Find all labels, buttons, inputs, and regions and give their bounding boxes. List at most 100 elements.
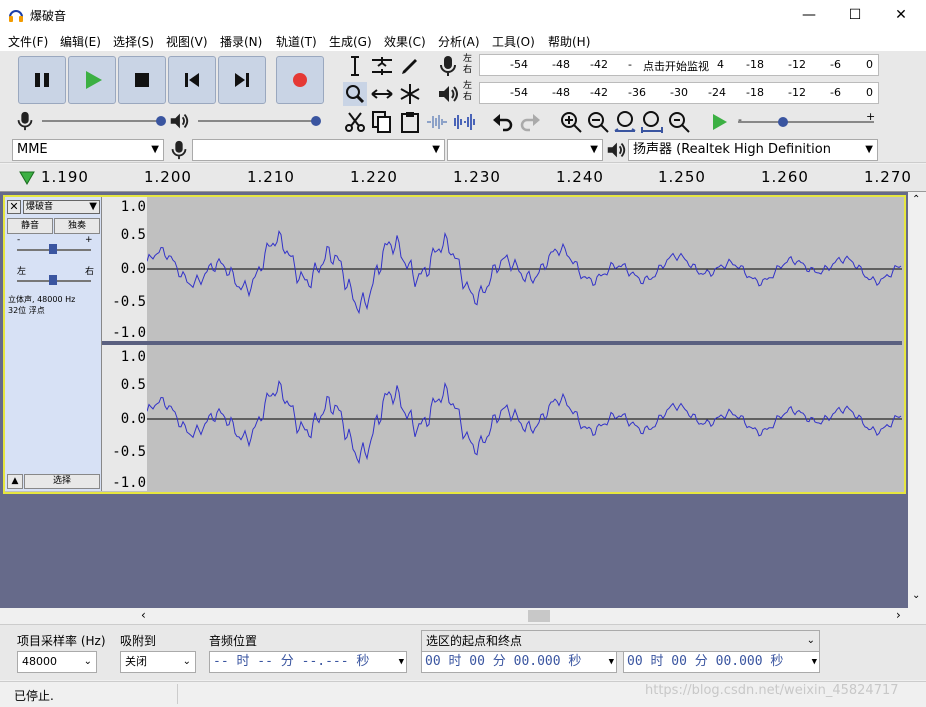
pan-thumb[interactable] — [49, 275, 57, 285]
fit-selection-icon[interactable] — [613, 110, 637, 134]
envelope-tool-icon[interactable] — [370, 54, 394, 78]
trim-audio-icon[interactable] — [425, 110, 449, 134]
selection-mode-select[interactable]: 选区的起点和终点 ⌄ — [421, 630, 820, 652]
status-divider — [177, 684, 178, 704]
zoom-tool-icon[interactable] — [343, 82, 367, 106]
chevron-down-icon[interactable]: ▼ — [812, 652, 817, 672]
zoom-out-icon[interactable] — [586, 110, 610, 134]
pause-button[interactable] — [18, 56, 66, 104]
solo-button[interactable]: 独奏 — [54, 218, 100, 234]
skip-end-icon — [235, 73, 249, 87]
audio-position-field[interactable]: -- 时 -- 分 --.--- 秒 ▼ — [209, 651, 407, 673]
close-button[interactable]: ✕ — [878, 0, 924, 30]
zoom-in-icon[interactable] — [559, 110, 583, 134]
play-meter[interactable]: -54 -48 -42 -36 -30 -24 -18 -12 -6 0 — [479, 82, 879, 104]
vertical-scale[interactable]: 1.0 0.5 0.0 -0.5 -1.0 1.0 0.5 0.0 -0.5 -… — [102, 197, 147, 491]
menu-edit[interactable]: 编辑(E) — [60, 33, 101, 50]
menu-tracks[interactable]: 轨道(T) — [276, 33, 317, 50]
zoom-toggle-icon[interactable] — [667, 110, 691, 134]
recording-device-mic-icon — [171, 140, 187, 160]
skip-start-button[interactable] — [168, 56, 216, 104]
record-meter[interactable]: -54 -48 -42 - 点击开始监视 4 -18 -12 -6 0 — [479, 54, 879, 76]
record-volume-thumb[interactable] — [156, 116, 166, 126]
menu-effect[interactable]: 效果(C) — [384, 33, 426, 50]
draw-tool-icon[interactable] — [398, 54, 422, 78]
record-meter-tick: -6 — [830, 58, 841, 71]
paste-icon[interactable] — [398, 110, 422, 134]
fit-project-icon[interactable] — [640, 110, 664, 134]
project-rate-select[interactable]: 48000 ⌄ — [17, 651, 97, 673]
cut-icon[interactable] — [343, 110, 367, 134]
skip-end-button[interactable] — [218, 56, 266, 104]
track-name-menu[interactable]: 爆破音 ▼ — [23, 200, 100, 214]
multi-tool-icon[interactable] — [398, 82, 422, 106]
play-at-speed-icon[interactable] — [707, 110, 731, 134]
scroll-right-icon[interactable]: › — [896, 608, 901, 622]
gain-thumb[interactable] — [49, 244, 57, 254]
selection-start-field[interactable]: 00 时 00 分 00.000 秒 ▼ — [421, 651, 617, 673]
selection-end-field[interactable]: 00 时 00 分 00.000 秒 ▼ — [623, 651, 820, 673]
play-speed-slider[interactable] — [738, 121, 874, 123]
vertical-scrollbar[interactable]: ⌃ ⌄ — [908, 192, 926, 608]
menu-transport[interactable]: 播录(N) — [220, 33, 262, 50]
stop-button[interactable] — [118, 56, 166, 104]
record-volume-slider[interactable] — [42, 120, 164, 122]
scroll-up-icon[interactable]: ⌃ — [912, 194, 920, 205]
play-meter-tick: -42 — [590, 86, 608, 99]
recording-device-select[interactable]: ▼ — [192, 139, 445, 161]
horizontal-scroll-thumb[interactable] — [528, 610, 550, 622]
audio-host-select[interactable]: MME ▼ — [12, 139, 164, 161]
y-tick: 1.0 — [120, 199, 146, 215]
minimize-button[interactable]: — — [786, 0, 832, 30]
copy-icon[interactable] — [370, 110, 394, 134]
play-meter-speaker-icon[interactable] — [436, 82, 460, 106]
mute-button[interactable]: 静音 — [7, 218, 53, 234]
ruler-tick: 1.250 — [658, 168, 706, 186]
menu-generate[interactable]: 生成(G) — [329, 33, 372, 50]
chevron-down-icon[interactable]: ▼ — [609, 652, 614, 672]
record-meter-tick: -48 — [552, 58, 570, 71]
menu-view[interactable]: 视图(V) — [166, 33, 208, 50]
ruler-tick: 1.190 — [41, 168, 89, 186]
skip-start-icon — [185, 73, 199, 87]
play-meter-tick: -48 — [552, 86, 570, 99]
track-close-button[interactable]: ✕ — [7, 200, 21, 214]
play-button[interactable] — [68, 56, 116, 104]
channel-divider — [102, 341, 147, 345]
record-button[interactable] — [276, 56, 324, 104]
select-track-button[interactable]: 选择 — [24, 474, 100, 489]
menu-file[interactable]: 文件(F) — [8, 33, 48, 50]
scroll-left-icon[interactable]: ‹ — [141, 608, 146, 622]
chevron-down-icon[interactable]: ▼ — [399, 652, 404, 672]
selection-tool-icon[interactable] — [343, 54, 367, 78]
redo-icon[interactable] — [518, 110, 542, 134]
record-meter-tick: -54 — [510, 58, 528, 71]
play-volume-slider[interactable] — [198, 120, 318, 122]
play-speed-thumb[interactable] — [778, 117, 788, 127]
undo-icon[interactable] — [491, 110, 515, 134]
silence-audio-icon[interactable] — [452, 110, 476, 134]
maximize-button[interactable]: ☐ — [832, 0, 878, 30]
play-meter-lr: 左 右 — [463, 81, 477, 103]
recording-channels-select[interactable]: ▼ — [447, 139, 603, 161]
menu-help[interactable]: 帮助(H) — [548, 33, 590, 50]
menu-analyze[interactable]: 分析(A) — [438, 33, 480, 50]
scroll-down-icon[interactable]: ⌄ — [912, 590, 920, 601]
play-meter-tick: -6 — [830, 86, 841, 99]
timeline-ruler[interactable]: 1.190 1.200 1.210 1.220 1.230 1.240 1.25… — [0, 164, 926, 192]
waveform-display[interactable] — [147, 197, 902, 491]
menu-tools[interactable]: 工具(O) — [492, 33, 535, 50]
collapse-track-button[interactable]: ▲ — [7, 474, 23, 489]
project-rate-label: 项目采样率 (Hz) — [17, 634, 106, 648]
record-meter-monitor-hint[interactable]: 点击开始监视 — [643, 58, 709, 74]
menu-select[interactable]: 选择(S) — [113, 33, 154, 50]
record-meter-mic-icon[interactable] — [436, 54, 460, 78]
snap-select[interactable]: 关闭 ⌄ — [120, 651, 196, 673]
playhead-pin-icon[interactable] — [18, 170, 36, 186]
horizontal-scrollbar[interactable]: ‹ › — [0, 608, 926, 624]
play-volume-thumb[interactable] — [311, 116, 321, 126]
timeshift-tool-icon[interactable] — [370, 82, 394, 106]
pan-right-label: 右 — [85, 267, 95, 277]
playback-device-select[interactable]: 扬声器 (Realtek High Definition ▼ — [628, 139, 878, 161]
chevron-down-icon: ▼ — [590, 144, 598, 155]
